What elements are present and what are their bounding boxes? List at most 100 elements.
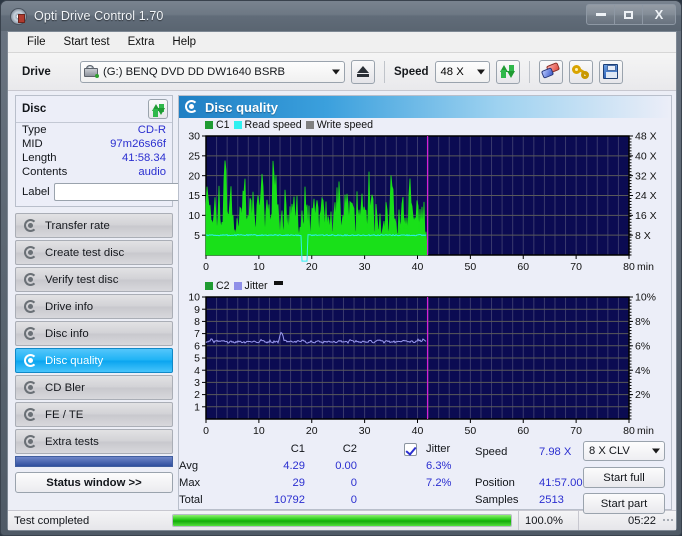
svg-text:40 X: 40 X: [635, 150, 657, 162]
sidebar-item-drive-info[interactable]: Drive info: [15, 294, 173, 319]
close-button[interactable]: X: [643, 5, 675, 24]
svg-text:min: min: [637, 261, 654, 273]
stats-max-jitter: 7.2%: [426, 477, 452, 489]
disc-label-caption: Label: [22, 185, 50, 198]
speed-select[interactable]: 48 X: [434, 60, 490, 83]
drive-select[interactable]: (G:) BENQ DVD DD DW1640 BSRB: [80, 60, 345, 83]
legend-swatch-c1: [205, 121, 213, 129]
menu-start-test[interactable]: Start test: [55, 34, 119, 50]
svg-text:70: 70: [570, 261, 582, 273]
refresh-button[interactable]: [495, 59, 520, 84]
eject-button[interactable]: [351, 59, 375, 84]
svg-text:10: 10: [188, 293, 200, 304]
disc-test-icon: [24, 245, 38, 260]
sidebar-item-transfer-rate[interactable]: Transfer rate: [15, 213, 173, 238]
svg-text:10: 10: [253, 425, 265, 437]
maximize-button[interactable]: [615, 5, 643, 24]
svg-text:30: 30: [359, 261, 371, 273]
disc-panel-header: Disc: [16, 96, 172, 123]
c1-chart[interactable]: 5 10 15 20 25 30 8 X 16 X 24 X 32 X 40 X 48 X 0 10 20 3…: [179, 132, 671, 277]
menu-file[interactable]: File: [18, 34, 55, 50]
drive-select-value: (G:) BENQ DVD DD DW1640 BSRB: [103, 65, 286, 78]
svg-text:70: 70: [570, 425, 582, 437]
resize-grip[interactable]: [662, 518, 676, 524]
progress-fill: [173, 515, 511, 526]
svg-text:min: min: [637, 425, 654, 437]
stats-header-c2: C2: [342, 443, 357, 455]
svg-text:30: 30: [359, 425, 371, 437]
start-part-button[interactable]: Start part: [583, 493, 665, 514]
disc-panel-title: Disc: [22, 103, 47, 115]
progress-percent: 100.0%: [518, 511, 578, 530]
svg-text:30: 30: [188, 132, 200, 143]
sidebar-item-disc-quality[interactable]: Disc quality: [15, 348, 173, 373]
window-controls: X: [586, 4, 676, 25]
client-area: File Start test Extra Help Drive (G:) BE…: [7, 31, 677, 531]
speed-label: Speed: [394, 65, 429, 78]
disc-key: Length: [22, 152, 57, 164]
svg-text:3: 3: [194, 377, 200, 389]
sidebar-item-fe-te[interactable]: FE / TE: [15, 402, 173, 427]
disc-row-mid: MID 97m26s66f: [16, 137, 172, 151]
svg-text:20: 20: [306, 425, 318, 437]
disc-test-icon: [24, 326, 38, 341]
svg-text:8%: 8%: [635, 316, 650, 328]
samples-stat-value: 2513: [539, 494, 564, 506]
write-speed-select-value: 8 X CLV: [589, 445, 630, 457]
legend-write-speed: Write speed: [305, 119, 373, 131]
disc-test-icon: [24, 272, 38, 287]
write-speed-select[interactable]: 8 X CLV: [583, 441, 665, 461]
minimize-button[interactable]: [587, 5, 615, 24]
legend-swatch-write-speed: [305, 121, 314, 129]
erase-button[interactable]: [538, 59, 563, 84]
sidebar-item-label: Extra tests: [45, 435, 99, 448]
stats-total-c1: 10792: [273, 494, 305, 506]
disc-refresh-button[interactable]: [148, 99, 168, 119]
position-stat-label: Position: [475, 477, 515, 489]
svg-text:20: 20: [188, 170, 200, 182]
stats-avg-c2: 0.00: [335, 460, 357, 472]
speed-stat-value: 7.98 X: [539, 446, 572, 458]
main-panel-header: Disc quality: [179, 96, 671, 118]
svg-text:2%: 2%: [635, 389, 650, 401]
disc-value: CD-R: [137, 124, 166, 136]
stats-row-label-avg: Avg: [179, 460, 199, 472]
svg-text:10%: 10%: [635, 293, 656, 304]
legend-marker-icon: [273, 281, 283, 285]
sidebar-item-extra-tests[interactable]: Extra tests: [15, 429, 173, 454]
sidebar-item-disc-info[interactable]: Disc info: [15, 321, 173, 346]
legend-c1: C1: [205, 119, 230, 131]
c2-chart[interactable]: 1 2 3 4 5 6 7 8 9 10 2% 4% 6% 8% 10% 0 10 20 30 40 50 60 70 80 m…: [179, 293, 671, 441]
svg-text:10: 10: [188, 210, 200, 222]
sidebar-item-cd-bler[interactable]: CD Bler: [15, 375, 173, 400]
svg-text:32 X: 32 X: [635, 170, 657, 182]
menu-bar: File Start test Extra Help: [8, 32, 676, 53]
save-button[interactable]: [598, 59, 623, 84]
jitter-checkbox[interactable]: [404, 443, 417, 456]
stats-row-label-max: Max: [179, 477, 201, 489]
disc-key: Contents: [22, 166, 68, 178]
disc-key: Type: [22, 124, 47, 136]
sidebar-item-label: Transfer rate: [45, 219, 110, 232]
sidebar-item-create-test-disc[interactable]: Create test disc: [15, 240, 173, 265]
sidebar-accent-bar: [15, 456, 173, 467]
disc-info-panel: Disc Type CD-R MID 97m26s66f Length 41:5…: [15, 95, 257, 207]
svg-text:8: 8: [194, 316, 200, 328]
status-window-button[interactable]: Status window >>: [15, 472, 173, 493]
legend-swatch-c2: [205, 282, 213, 290]
stats-total-c2: 0: [350, 494, 357, 506]
sidebar-item-label: CD Bler: [45, 381, 85, 394]
svg-text:4%: 4%: [635, 365, 650, 377]
menu-help[interactable]: Help: [163, 34, 205, 50]
sidebar-item-label: Drive info: [45, 300, 94, 313]
disc-value: 97m26s66f: [110, 138, 166, 150]
sidebar-item-label: Disc info: [45, 327, 89, 340]
sidebar-item-verify-test-disc[interactable]: Verify test disc: [15, 267, 173, 292]
tools-button[interactable]: [568, 59, 593, 84]
progress-track: [172, 514, 512, 527]
stats-max-c2: 0: [350, 477, 357, 489]
legend-label-read-speed: Read speed: [244, 119, 302, 131]
start-full-button[interactable]: Start full: [583, 467, 665, 488]
menu-extra[interactable]: Extra: [119, 34, 164, 50]
svg-text:10: 10: [253, 261, 265, 273]
